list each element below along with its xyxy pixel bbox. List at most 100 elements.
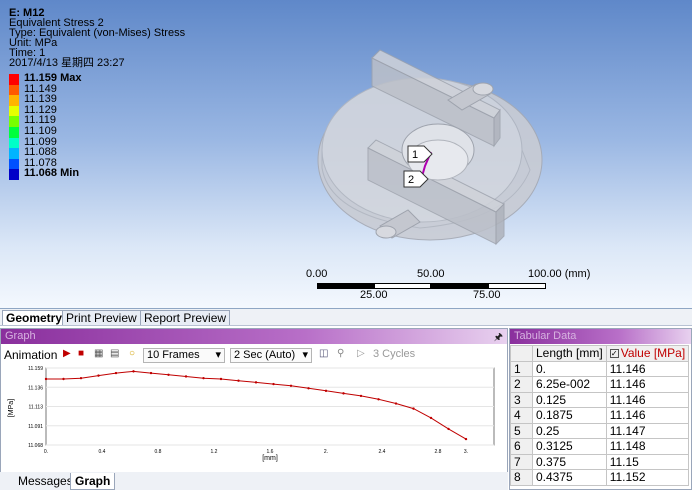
animation-toolbar: Animation ▶ ■ ▦ ▤ ○ 10 Frames ▾ 2 Sec (A… <box>1 347 507 364</box>
data-point <box>97 374 100 377</box>
data-point <box>447 427 450 431</box>
tab-print-preview[interactable]: Print Preview <box>62 310 141 325</box>
value-cell: 11.148 <box>605 438 690 455</box>
animation-label: Animation <box>4 348 58 362</box>
tab-graph[interactable]: Graph <box>70 473 116 490</box>
x-tick-label: 2.8 <box>435 449 442 455</box>
column-header-length[interactable]: Length [mm] <box>532 345 607 362</box>
table-row[interactable]: 1 0. 11.146 <box>510 360 690 377</box>
value-cell: 11.146 <box>605 391 690 408</box>
data-point <box>62 377 65 381</box>
tabular-data-panel: Tabular Data Length [mm] ✓ Value [MPa] 10… <box>509 328 692 490</box>
row-number-cell: 3 <box>510 391 533 408</box>
data-point <box>79 376 83 380</box>
scale-label: 75.00 <box>473 289 501 301</box>
length-cell: 6.25e-002 <box>532 376 607 393</box>
value-cell: 11.15 <box>605 453 690 470</box>
x-tick-label: 1.2 <box>211 449 218 455</box>
x-tick-label: 0.8 <box>155 449 162 455</box>
table-row[interactable]: 2 6.25e-002 11.146 <box>510 376 690 393</box>
value-cell: 11.146 <box>605 407 690 424</box>
x-tick-label: 2.4 <box>379 449 386 455</box>
length-cell: 0. <box>532 360 607 377</box>
table-row[interactable]: 6 0.3125 11.148 <box>510 438 690 455</box>
table-title: Tabular Data <box>514 330 577 342</box>
zoom-icon[interactable]: ⚲ <box>337 348 344 359</box>
value-cell: 11.152 <box>605 469 690 486</box>
data-point <box>429 416 433 420</box>
scale-label: 50.00 <box>417 268 445 280</box>
data-point <box>149 371 153 375</box>
frames-dropdown[interactable]: 10 Frames ▾ <box>143 348 225 363</box>
x-axis-label: [mm] <box>262 455 278 462</box>
data-point <box>377 398 380 401</box>
data-point <box>219 377 223 381</box>
table-row[interactable]: 3 0.125 11.146 <box>510 391 690 408</box>
row-number-cell: 2 <box>510 376 533 393</box>
checkbox-icon[interactable]: ✓ <box>609 349 619 359</box>
row-number-cell: 1 <box>510 360 533 377</box>
x-tick-label: 2. <box>324 449 328 455</box>
scale-label: 25.00 <box>360 289 388 301</box>
view-tab-strip: Geometry Print Preview Report Preview <box>0 309 692 326</box>
data-point <box>184 375 188 378</box>
tab-messages[interactable]: Messages <box>14 473 77 489</box>
table-row[interactable]: 5 0.25 11.147 <box>510 422 690 439</box>
graph-title: Graph <box>5 330 36 342</box>
table-row[interactable]: 8 0.4375 11.152 <box>510 469 690 486</box>
graphics-viewport[interactable]: E: M12 Equivalent Stress 2 Type: Equival… <box>0 0 692 309</box>
export-icon[interactable]: ◫ <box>319 348 328 359</box>
frames-icon[interactable]: ▦ <box>94 348 103 359</box>
bottom-tab-strip: Messages Graph <box>0 472 508 490</box>
distributed-icon[interactable]: ▤ <box>110 348 119 359</box>
stress-plot[interactable]: 11.159 11.136 11.113 11.091 11.068 0. 0.4 0.8 1… <box>5 366 505 462</box>
scale-label: 100.00 (mm) <box>528 268 591 280</box>
data-point <box>289 384 293 387</box>
pin-icon[interactable]: 🖈 <box>494 330 503 347</box>
data-point <box>307 387 310 390</box>
data-point <box>342 392 345 395</box>
data-point <box>394 402 398 405</box>
tab-geometry[interactable]: Geometry <box>2 310 67 325</box>
table-row[interactable]: 7 0.375 11.15 <box>510 453 690 470</box>
play-icon[interactable]: ▶ <box>63 348 71 359</box>
data-point <box>167 373 170 376</box>
cycles-icon[interactable]: ▷ <box>357 348 365 359</box>
bulb-icon[interactable]: ○ <box>129 348 135 359</box>
svg-text:1: 1 <box>412 149 418 161</box>
data-point <box>254 381 258 384</box>
data-table: Length [mm] ✓ Value [MPa] 1 0. 11.146 2 6.25e… <box>510 345 690 486</box>
data-point <box>412 407 415 410</box>
data-point <box>44 377 48 381</box>
tab-report-preview[interactable]: Report Preview <box>140 310 231 325</box>
chevron-down-icon: ▾ <box>215 349 221 361</box>
x-tick-label: 0.4 <box>99 449 106 455</box>
table-header-row: Length [mm] ✓ Value [MPa] <box>510 345 690 362</box>
column-header-value[interactable]: ✓ Value [MPa] <box>605 345 690 362</box>
data-point <box>202 376 205 380</box>
x-tick-label: 3. <box>464 449 468 455</box>
data-point <box>464 437 468 441</box>
y-tick-label: 11.113 <box>28 405 43 411</box>
table-header: Tabular Data <box>510 329 691 344</box>
cycles-label[interactable]: 3 Cycles <box>373 348 415 360</box>
scale-ruler: 0.00 50.00 100.00 (mm) 25.00 75.00 <box>300 268 620 308</box>
y-tick-label: 11.068 <box>28 443 43 449</box>
duration-dropdown[interactable]: 2 Sec (Auto) ▾ <box>230 348 312 363</box>
value-cell: 11.146 <box>605 376 690 393</box>
length-cell: 0.3125 <box>532 438 607 455</box>
svg-text:2: 2 <box>408 174 414 186</box>
length-cell: 0.125 <box>532 391 607 408</box>
value-cell: 11.147 <box>605 422 690 439</box>
row-number-cell: 7 <box>510 453 533 470</box>
model-view[interactable]: 1 2 <box>0 0 692 268</box>
stop-icon[interactable]: ■ <box>78 348 84 359</box>
row-number-cell: 4 <box>510 407 533 424</box>
y-tick-label: 11.091 <box>28 424 43 430</box>
row-number-cell: 8 <box>510 469 533 486</box>
data-point <box>114 371 118 375</box>
value-cell: 11.146 <box>605 360 690 377</box>
y-tick-label: 11.159 <box>28 366 43 372</box>
data-point <box>324 389 328 393</box>
table-row[interactable]: 4 0.1875 11.146 <box>510 407 690 424</box>
